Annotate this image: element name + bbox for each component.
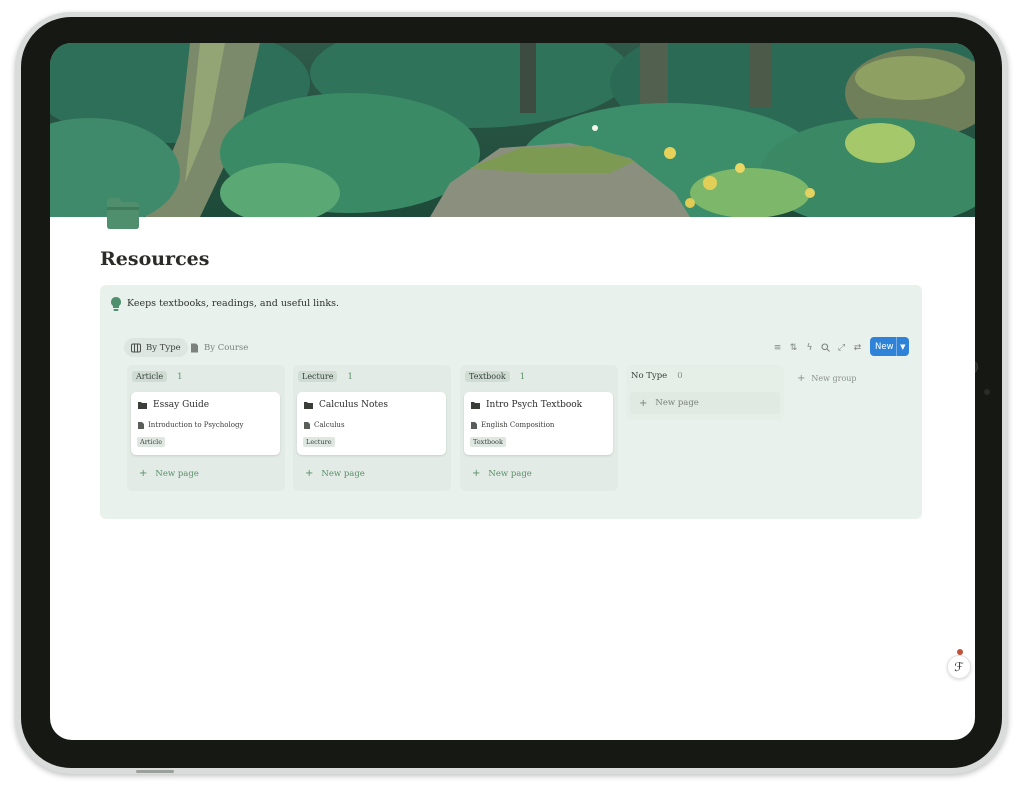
card-relation: English Composition xyxy=(471,421,554,429)
board-column-textbook: Textbook 1 Intro Psych Textbook English … xyxy=(460,365,618,491)
card-title: Calculus Notes xyxy=(304,400,388,410)
tab-label: By Course xyxy=(204,342,249,353)
board-card[interactable]: Calculus Notes Calculus Lecture xyxy=(297,392,446,455)
screen: Resources Keeps textbooks, readings, and… xyxy=(50,43,975,740)
tab-by-course[interactable]: By Course xyxy=(182,338,255,357)
column-count: 0 xyxy=(677,371,683,381)
document-icon xyxy=(191,343,198,352)
new-group-button[interactable]: + New group xyxy=(797,373,857,384)
column-count: 1 xyxy=(177,371,183,382)
home-indicator xyxy=(136,770,174,773)
expand-icon[interactable]: ⤢ xyxy=(836,342,847,353)
new-page-button[interactable]: + New page xyxy=(305,468,365,479)
chevron-down-icon[interactable]: ▼ xyxy=(895,337,909,356)
column-header: Article 1 xyxy=(132,371,183,382)
new-page-button[interactable]: + New page xyxy=(139,468,199,479)
column-count: 1 xyxy=(347,371,353,382)
folder-icon xyxy=(304,402,313,409)
column-tag: Textbook xyxy=(465,371,510,382)
lightbulb-icon xyxy=(111,297,121,311)
column-header: Lecture 1 xyxy=(298,371,353,382)
new-button-label: New xyxy=(875,341,894,352)
tab-label: By Type xyxy=(146,342,181,353)
plus-icon: + xyxy=(797,373,806,384)
card-type-tag: Lecture xyxy=(303,437,335,447)
cover-image xyxy=(50,43,975,217)
folder-icon xyxy=(107,198,139,229)
folder-icon xyxy=(138,402,147,409)
new-page-label: New page xyxy=(655,398,699,408)
new-page-label: New page xyxy=(155,468,199,479)
tab-by-type[interactable]: By Type xyxy=(124,338,188,357)
column-header: Textbook 1 xyxy=(465,371,525,382)
plus-icon: + xyxy=(305,468,314,479)
column-title: No Type xyxy=(631,371,668,381)
column-header: No Type 0 xyxy=(631,371,683,381)
plus-icon: + xyxy=(472,468,481,479)
card-title: Intro Psych Textbook xyxy=(471,400,582,410)
card-relation-text: English Composition xyxy=(481,421,555,429)
document-icon xyxy=(471,421,477,429)
callout-text: Keeps textbooks, readings, and useful li… xyxy=(127,298,339,309)
settings-icon[interactable]: ⇄ xyxy=(852,342,863,353)
column-count: 1 xyxy=(519,371,526,382)
new-page-label: New page xyxy=(321,468,365,479)
plus-icon: + xyxy=(639,397,648,409)
card-title: Essay Guide xyxy=(138,400,209,410)
filter-icon[interactable]: ≡ xyxy=(772,342,783,353)
document-icon xyxy=(138,421,144,429)
column-tag: Lecture xyxy=(298,371,338,382)
sort-icon[interactable]: ⇅ xyxy=(788,342,799,353)
sensor-icon xyxy=(984,389,990,395)
new-page-label: New page xyxy=(488,468,532,479)
new-page-button[interactable]: + New page xyxy=(472,468,532,479)
automation-icon[interactable]: ϟ xyxy=(804,342,815,353)
card-title-text: Calculus Notes xyxy=(319,400,388,410)
folder-icon xyxy=(471,402,480,409)
new-button[interactable]: New ▼ xyxy=(870,337,909,356)
document-icon xyxy=(304,421,310,429)
search-icon[interactable] xyxy=(820,342,831,353)
new-group-label: New group xyxy=(811,374,857,383)
card-relation-text: Introduction to Psychology xyxy=(148,421,244,429)
card-title-text: Intro Psych Textbook xyxy=(486,400,583,410)
plus-icon: + xyxy=(139,468,148,479)
board-view-icon xyxy=(131,343,141,352)
callout: Keeps textbooks, readings, and useful li… xyxy=(100,285,922,519)
card-relation: Introduction to Psychology xyxy=(138,421,243,429)
card-type-tag: Textbook xyxy=(470,437,506,447)
board-column-lecture: Lecture 1 Calculus Notes Calculus Lectur… xyxy=(293,365,451,491)
page-title: Resources xyxy=(100,248,210,270)
board-column-no-type: No Type 0 + New page xyxy=(626,365,784,420)
card-type-tag: Article xyxy=(137,437,166,447)
new-page-button[interactable]: + New page xyxy=(630,392,780,414)
board-column-article: Article 1 Essay Guide Introduction to Ps… xyxy=(127,365,285,491)
card-title-text: Essay Guide xyxy=(153,400,210,410)
assistant-icon[interactable]: ℱ xyxy=(947,655,971,679)
board-card[interactable]: Essay Guide Introduction to Psychology A… xyxy=(131,392,280,455)
column-tag: Article xyxy=(132,371,168,382)
board-card[interactable]: Intro Psych Textbook English Composition… xyxy=(464,392,613,455)
card-relation: Calculus xyxy=(304,421,345,429)
card-relation-text: Calculus xyxy=(314,421,345,429)
